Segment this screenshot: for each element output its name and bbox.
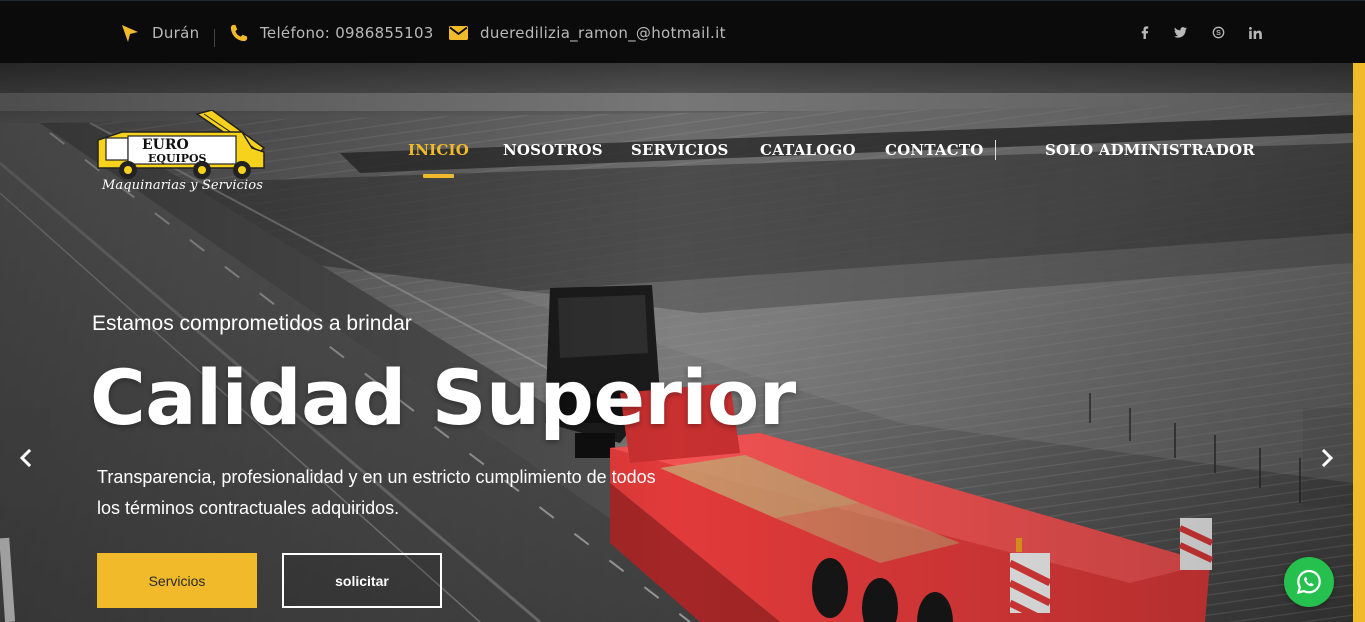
whatsapp-icon xyxy=(1296,569,1321,595)
solicitar-button[interactable]: solicitar xyxy=(282,553,442,608)
whatsapp-chat-button[interactable] xyxy=(1284,557,1334,607)
svg-text:S: S xyxy=(1216,29,1221,37)
twitter-icon[interactable] xyxy=(1174,1,1187,64)
linkedin-icon[interactable] xyxy=(1249,1,1262,64)
phone-text: Teléfono: 0986855103 xyxy=(260,23,434,42)
topbar-divider xyxy=(214,29,215,47)
nav-admin[interactable]: SOLO ADMINISTRADOR xyxy=(1045,141,1255,159)
email-info[interactable]: dueredilizia_ramon_@hotmail.it xyxy=(449,1,726,64)
nav-contacto[interactable]: CONTACTO xyxy=(885,141,983,159)
hero-headline: Calidad Superior xyxy=(90,353,796,442)
facebook-icon[interactable] xyxy=(1141,1,1149,64)
nav-active-indicator xyxy=(423,174,454,178)
envelope-icon xyxy=(449,25,468,40)
location-text: Durán xyxy=(152,23,200,42)
accent-edge-bar xyxy=(1353,63,1365,622)
nav-nosotros[interactable]: NOSOTROS xyxy=(503,141,603,159)
chevron-right-icon xyxy=(1321,448,1334,467)
nav-inicio[interactable]: INICIO xyxy=(408,141,469,159)
location-info: Durán xyxy=(120,1,199,64)
phone-icon xyxy=(230,24,248,41)
location-arrow-icon xyxy=(122,24,138,42)
nav-servicios[interactable]: SERVICIOS xyxy=(631,141,729,159)
logo-tagline: Maquinarias y Servicios xyxy=(102,178,263,193)
logo-line2: EQUIPOS xyxy=(148,152,207,165)
skype-icon[interactable]: S xyxy=(1212,1,1225,64)
hero-description: Transparencia, profesionalidad y en un e… xyxy=(97,467,656,518)
phone-info[interactable]: Teléfono: 0986855103 xyxy=(230,1,434,64)
nav-catalogo[interactable]: CATALOGO xyxy=(760,141,856,159)
logo-line1: EURO xyxy=(142,137,189,153)
chevron-left-icon xyxy=(19,448,32,467)
email-text: dueredilizia_ramon_@hotmail.it xyxy=(480,23,726,42)
hero-subtitle: Estamos comprometidos a brindar xyxy=(92,312,412,335)
crane-truck-logo-icon: EURO EQUIPOS xyxy=(97,109,266,179)
servicios-button[interactable]: Servicios xyxy=(97,553,257,608)
slider-next-button[interactable] xyxy=(1303,408,1353,507)
slider-prev-button[interactable] xyxy=(0,408,50,507)
nav-divider xyxy=(995,140,996,160)
top-bar: Durán Teléfono: 0986855103 dueredilizia_… xyxy=(0,0,1365,63)
